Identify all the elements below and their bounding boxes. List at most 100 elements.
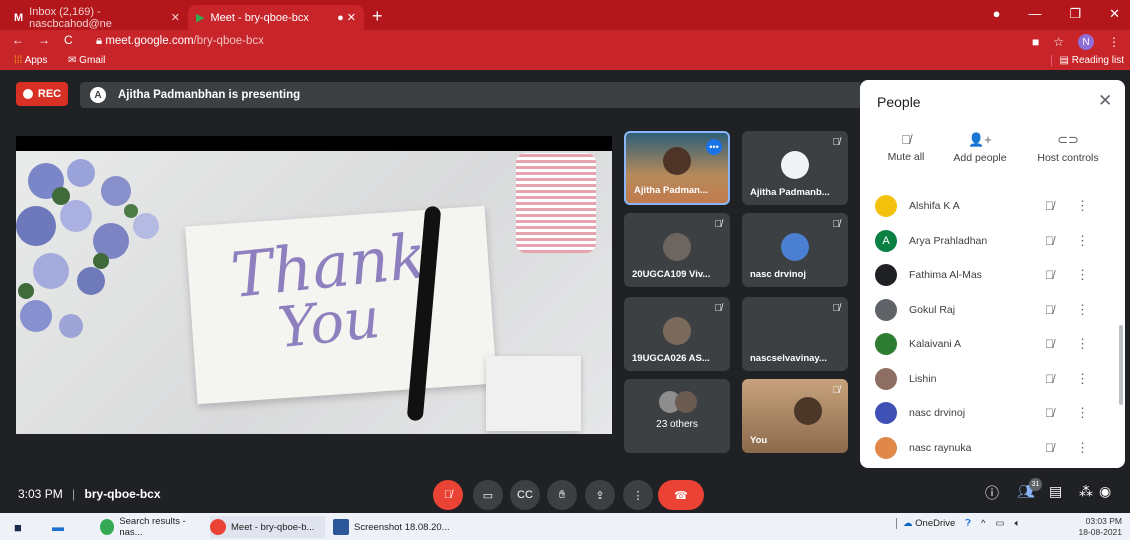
mic-off-icon[interactable]: 🎙̸ [1045,303,1054,317]
participant-tile[interactable]: 🎙̸ nasc drvinoj [742,213,848,287]
reading-list-button[interactable]: ▤ Reading list [1050,55,1124,66]
others-tile[interactable]: 23 others [624,379,730,453]
tab-gmail[interactable]: M Inbox (2,169) - nascbcahod@ne ✕ [6,5,188,30]
chevron-up-icon[interactable]: ^ [981,518,985,529]
participant-tile[interactable]: 🎙̸ Ajitha Padmanb... [742,131,848,205]
bookmark-star-icon[interactable]: ☆ [1053,35,1064,49]
activities-button[interactable]: ⁂ [1079,483,1093,500]
captions-button[interactable]: CC [510,480,540,510]
more-vert-icon[interactable]: ⋮ [1076,198,1089,214]
forward-icon[interactable]: → [38,33,50,47]
mic-off-icon[interactable]: 🎙̸ [1045,372,1054,386]
mute-all-button[interactable]: 🎙̸ Mute all [866,132,946,163]
avatar [663,233,691,261]
reading-list-icon: ▤ [1059,55,1069,66]
chat-button[interactable]: ▤ [1049,483,1062,500]
address-bar[interactable]: 🔒︎ meet.google.com/bry-qboe-bcx [96,35,264,48]
window-controls: ● — ❐ ✕ [993,6,1120,22]
more-vert-icon[interactable]: ⋮ [1076,267,1089,283]
activities-icon: ⁂ [1079,483,1093,499]
leave-call-button[interactable]: ☎ [658,480,704,510]
close-icon[interactable]: ✕ [171,11,180,24]
maximize-icon[interactable]: ❐ [1069,6,1081,22]
recording-badge[interactable]: REC [16,82,68,106]
mic-off-icon[interactable]: 🎙̸ [1045,406,1054,420]
participant-tile[interactable]: 🎙̸ 19UGCA026 AS... [624,297,730,371]
meeting-info-button[interactable]: ⓘ [985,483,999,503]
bookmark-gmail[interactable]: ✉ Gmail [68,55,105,66]
minimize-icon[interactable]: — [1028,6,1041,22]
participant-row[interactable]: Alshifa K A 🎙̸ ⋮ [860,188,1118,224]
participant-row[interactable]: Gokul Raj 🎙̸ ⋮ [860,292,1118,328]
participant-row[interactable]: nasc raynuka 🎙̸ ⋮ [860,430,1118,466]
mic-off-icon[interactable]: 🎙̸ [1045,337,1054,351]
mic-off-icon[interactable]: 🎙̸ [1045,199,1054,213]
avatar [675,391,697,413]
host-controls-toolbar-button[interactable]: ◉ [1099,483,1111,500]
more-vert-icon[interactable]: ⋮ [1076,405,1089,421]
mic-off-icon: 🎙̸ [832,385,841,396]
more-vert-icon[interactable]: ⋮ [1076,233,1089,249]
meet-icon: ▶ [196,12,205,24]
mic-off-icon: 🎙̸ [832,219,841,230]
more-vert-icon[interactable]: ⋮ [1076,302,1089,318]
add-people-button[interactable]: 👤+ Add people [940,132,1020,164]
panel-scrollbar[interactable] [1119,325,1123,405]
host-controls-button[interactable]: ⊂⊃ Host controls [1028,132,1108,164]
help-icon[interactable]: ❓︎ [965,518,971,529]
participant-name: Arya Prahladhan [909,234,988,247]
mic-off-icon[interactable]: 🎙̸ [1045,441,1054,455]
battery-icon[interactable]: ▭ [995,518,1004,529]
more-options-icon[interactable]: ••• [706,139,722,155]
taskbar-item[interactable]: Screenshot 18.08.20... [333,516,453,538]
close-icon[interactable]: ✕ [1098,91,1112,111]
raise-hand-button[interactable]: ✋︎ [547,480,577,510]
more-vert-icon[interactable]: ⋮ [1076,336,1089,352]
reload-icon[interactable]: C [64,33,73,47]
action-label: Mute all [887,151,925,163]
action-label: Host controls [1037,152,1099,164]
new-tab-icon[interactable]: + [372,6,383,27]
volume-icon[interactable]: 🔈︎ [1014,518,1020,529]
onedrive-button[interactable]: ☁ OneDrive [903,518,955,529]
participant-name: nasc raynuka [909,441,972,454]
participant-row[interactable]: Kalaivani A 🎙̸ ⋮ [860,326,1118,362]
mic-off-icon[interactable]: 🎙̸ [1045,234,1054,248]
tile-name: You [750,435,768,446]
profile-avatar[interactable]: N [1078,34,1094,50]
camera-toggle-button[interactable]: ▭ [473,480,503,510]
menu-icon[interactable]: ⋮ [1108,35,1120,49]
taskbar-item[interactable]: Meet - bry-qboe-b... [210,516,325,538]
rec-label: REC [37,88,62,100]
bookmark-apps[interactable]: ⁞⁞⁞ Apps [14,55,47,66]
profile-dot-icon[interactable]: ● [993,6,1001,22]
present-button[interactable]: ⇪ [585,480,615,510]
participant-row[interactable]: nasc drvinoj 🎙̸ ⋮ [860,395,1118,431]
toolbar-right: ■ ☆ N ⋮ [1032,34,1120,50]
back-icon[interactable]: ← [12,33,24,47]
tab-meet[interactable]: ▶ Meet - bry-qboe-bcx ● ✕ [188,5,364,30]
tab-label: Inbox (2,169) - nascbcahod@ne [29,5,112,30]
mic-toggle-button[interactable]: 🎙̸ [433,480,463,510]
participant-row[interactable]: Fathima Al-Mas 🎙̸ ⋮ [860,257,1118,293]
more-options-button[interactable]: ⋮ [623,480,653,510]
mic-off-icon[interactable]: 🎙̸ [1045,268,1054,282]
tile-name: Ajitha Padman... [634,185,708,196]
close-icon[interactable]: ● ✕ [337,11,356,24]
participant-tile[interactable]: 🎙̸ nascselvavinay... [742,297,848,371]
more-vert-icon[interactable]: ⋮ [1076,440,1089,456]
taskbar-item[interactable]: Search results - nas... [100,516,202,538]
taskbar-label: Search results - nas... [119,516,186,538]
start-button[interactable]: ■ [14,516,22,538]
participant-row[interactable]: A Arya Prahladhan 🎙̸ ⋮ [860,223,1118,259]
task-view-button[interactable]: ▬ [52,516,64,538]
close-window-icon[interactable]: ✕ [1109,6,1120,22]
participant-row[interactable]: Lishin 🎙̸ ⋮ [860,361,1118,397]
self-tile[interactable]: 🎙̸ You [742,379,848,453]
participant-tile[interactable]: 🎙̸ 20UGCA109 Viv... [624,213,730,287]
camera-icon[interactable]: ■ [1032,35,1039,49]
slide-text-you: You [274,285,384,362]
participant-tile[interactable]: ••• Ajitha Padman... [624,131,730,205]
taskbar-clock[interactable]: 03:03 PM 18-08-2021 [1079,516,1122,538]
more-vert-icon[interactable]: ⋮ [1076,371,1089,387]
